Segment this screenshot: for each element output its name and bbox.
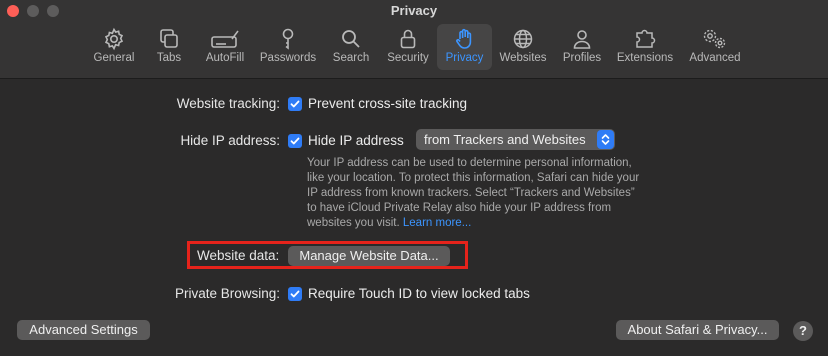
hand-icon [453, 27, 477, 51]
description-line: like your location. To protect this info… [307, 172, 640, 184]
tab-label: Profiles [562, 52, 602, 64]
lock-icon [396, 27, 420, 51]
hide-ip-label: Hide IP address: [180, 133, 280, 148]
description-line: IP address from known trackers. Select “… [307, 187, 635, 199]
hide-ip-checkbox[interactable] [288, 134, 302, 148]
tab-autofill[interactable]: AutoFill [200, 24, 250, 70]
gears-icon [701, 27, 729, 51]
website-tracking-label: Website tracking: [176, 96, 280, 111]
hide-ip-description: Your IP address can be used to determine… [307, 156, 652, 231]
checkmark-icon [290, 290, 300, 298]
description-text: websites you visit. [307, 217, 400, 229]
description-line: Your IP address can be used to determine… [307, 157, 632, 169]
advanced-settings-button[interactable]: Advanced Settings [17, 320, 150, 340]
window-title: Privacy [390, 3, 438, 18]
tab-label: General [93, 52, 135, 64]
description-line: websites you visit. Learn more... [307, 216, 652, 231]
checkmark-icon [290, 100, 300, 108]
person-icon [570, 27, 594, 51]
hide-ip-popup-value: from Trackers and Websites [424, 132, 586, 147]
description-line: to have iCloud Private Relay also hide y… [307, 202, 612, 214]
tab-profiles[interactable]: Profiles [558, 24, 606, 70]
tab-label: Extensions [616, 52, 674, 64]
highlight-box [187, 241, 468, 269]
puzzle-icon [633, 27, 657, 51]
chevron-up-down-icon [597, 130, 614, 149]
about-safari-privacy-button[interactable]: About Safari & Privacy... [616, 320, 779, 340]
tab-extensions[interactable]: Extensions [613, 24, 677, 70]
title-bar: Privacy General Tabs AutoFill Passwords … [0, 0, 828, 79]
private-browsing-label: Private Browsing: [174, 286, 280, 301]
hide-ip-popup[interactable]: from Trackers and Websites [416, 129, 615, 150]
tab-label: Advanced [689, 52, 741, 64]
autofill-icon [210, 27, 240, 51]
hide-ip-option-label[interactable]: Hide IP address [308, 133, 404, 148]
tab-label: Security [387, 52, 429, 64]
tab-advanced[interactable]: Advanced [684, 24, 746, 70]
tab-general[interactable]: General [89, 24, 139, 70]
tab-label: Websites [499, 52, 547, 64]
tab-websites[interactable]: Websites [496, 24, 550, 70]
tab-label: Passwords [259, 52, 317, 64]
search-icon [339, 27, 363, 51]
tab-passwords[interactable]: Passwords [257, 24, 319, 70]
touch-id-checkbox[interactable] [288, 287, 302, 301]
tab-tabs[interactable]: Tabs [149, 24, 189, 70]
tab-security[interactable]: Security [383, 24, 433, 70]
learn-more-link[interactable]: Learn more... [403, 217, 471, 229]
tab-label: Tabs [156, 52, 182, 64]
prevent-tracking-checkbox[interactable] [288, 97, 302, 111]
tab-label: AutoFill [205, 52, 245, 64]
prevent-tracking-label[interactable]: Prevent cross-site tracking [308, 96, 467, 111]
tab-privacy[interactable]: Privacy [437, 24, 492, 70]
key-icon [276, 27, 300, 51]
checkmark-icon [290, 137, 300, 145]
tab-label: Privacy [445, 52, 484, 64]
gear-icon [102, 27, 126, 51]
tab-search[interactable]: Search [329, 24, 373, 70]
help-button[interactable]: ? [793, 321, 813, 341]
globe-icon [511, 27, 535, 51]
touch-id-label[interactable]: Require Touch ID to view locked tabs [308, 286, 530, 301]
tab-label: Search [332, 52, 370, 64]
tabs-icon [157, 27, 181, 51]
